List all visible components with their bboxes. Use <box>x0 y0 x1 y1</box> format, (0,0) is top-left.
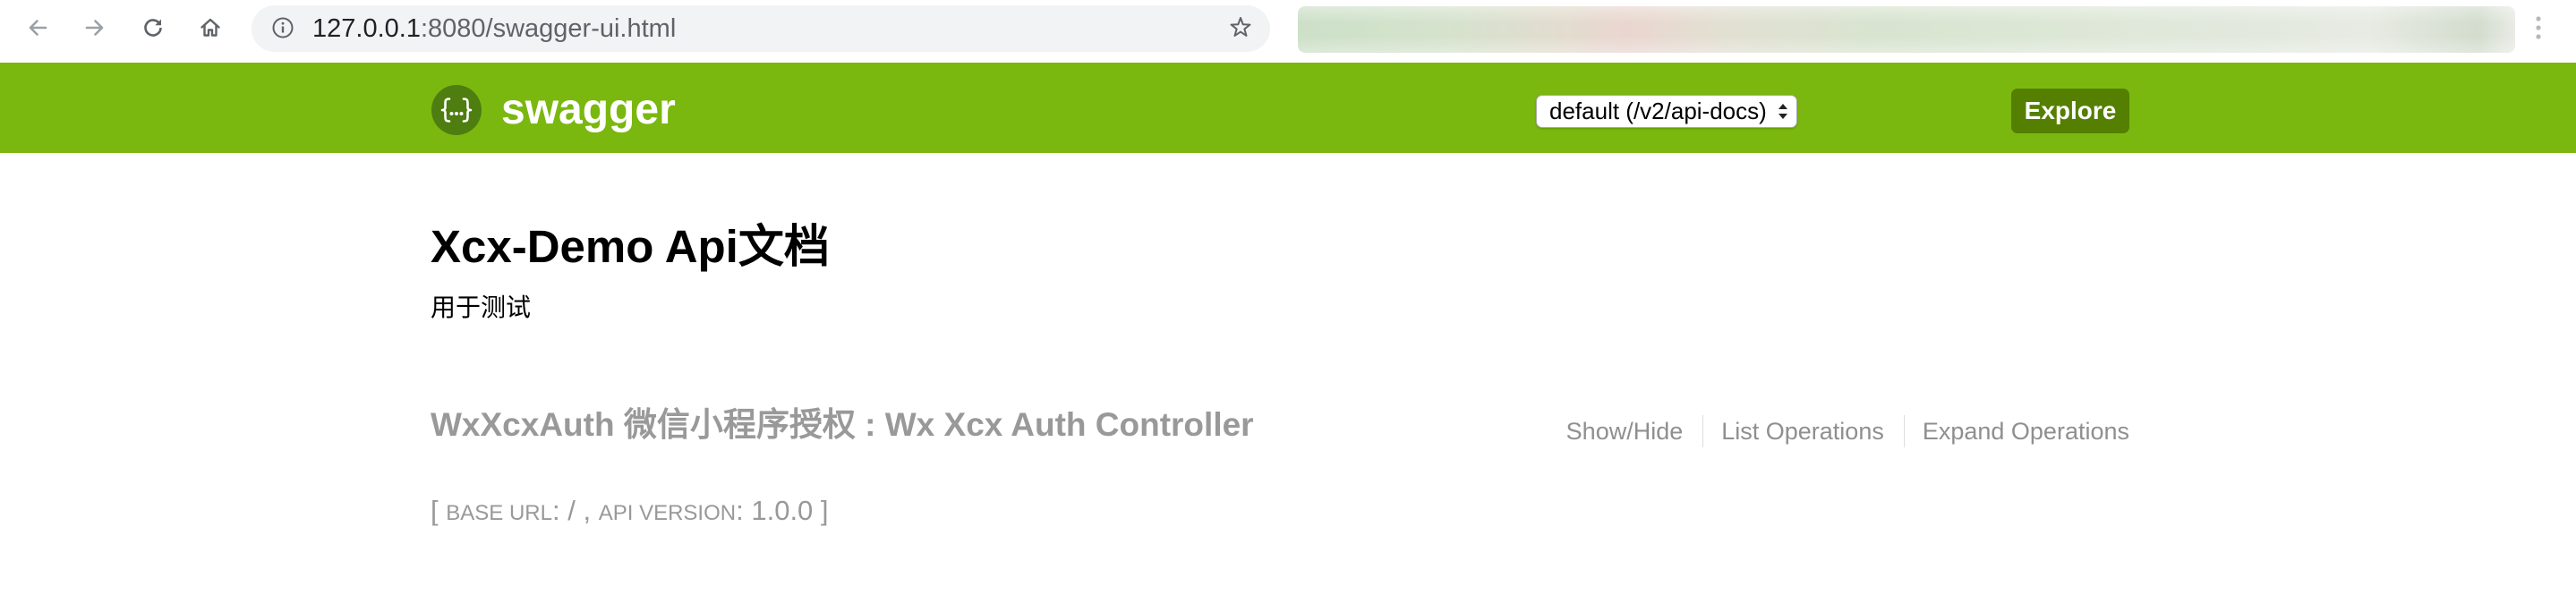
api-footer: [ BASE URL: / , API VERSION: 1.0.0 ] <box>431 493 829 531</box>
option-show-hide: Show/Hide <box>1548 415 1704 447</box>
show-hide-link[interactable]: Show/Hide <box>1566 418 1684 445</box>
arrow-right-icon <box>85 20 104 36</box>
footer-open-bracket: [ <box>431 495 439 526</box>
base-url-label: BASE URL <box>446 501 552 525</box>
logo-text: swagger <box>501 86 676 133</box>
address-bar[interactable]: 127.0.0.1:8080/swagger-ui.html <box>252 5 1270 52</box>
api-description: 用于测试 <box>431 293 532 321</box>
list-operations-link[interactable]: List Operations <box>1721 418 1884 445</box>
swagger-header: swagger default (/v2/api-docs) Explore <box>0 63 2576 153</box>
reload-button[interactable] <box>139 13 167 42</box>
swagger-logo-icon <box>431 85 482 135</box>
option-expand-operations: Expand Operations <box>1905 415 2129 447</box>
resource-name-link[interactable]: WxXcxAuth 微信小程序授权 <box>431 406 856 443</box>
home-icon <box>200 18 220 37</box>
footer-close-bracket: ] <box>820 495 829 526</box>
base-url-colon: : <box>551 495 560 526</box>
resource-separator: : <box>865 406 876 443</box>
url-path: :8080/swagger-ui.html <box>420 14 677 43</box>
arrow-left-icon <box>29 20 47 36</box>
blurred-toolbar-area <box>1298 6 2515 53</box>
url-text[interactable]: 127.0.0.1:8080/swagger-ui.html <box>312 5 676 52</box>
api-version-colon: : <box>736 495 744 526</box>
more-vert-icon[interactable] <box>2528 12 2549 44</box>
star-icon[interactable] <box>1228 15 1253 40</box>
browser-toolbar: 127.0.0.1:8080/swagger-ui.html <box>0 0 2576 63</box>
resource-heading: WxXcxAuth 微信小程序授权 : Wx Xcx Auth Controll… <box>431 404 1254 446</box>
back-button[interactable] <box>23 13 52 42</box>
forward-button[interactable] <box>81 13 109 42</box>
home-button[interactable] <box>196 13 225 42</box>
updown-arrows-icon <box>1778 104 1787 119</box>
info-icon[interactable] <box>271 16 294 39</box>
footer-comma: , <box>583 495 592 526</box>
resource-summary: Wx Xcx Auth Controller <box>884 406 1254 443</box>
reload-icon <box>144 19 162 37</box>
resource-options: Show/Hide List Operations Expand Operati… <box>1548 415 2129 447</box>
api-select-value: default (/v2/api-docs) <box>1549 98 1767 124</box>
explore-button[interactable]: Explore <box>2011 89 2129 133</box>
url-host: 127.0.0.1 <box>312 14 421 43</box>
api-definition-select[interactable]: default (/v2/api-docs) <box>1536 95 1797 128</box>
api-version-label: API VERSION <box>598 501 737 525</box>
option-list-operations: List Operations <box>1703 415 1905 447</box>
swagger-logo-link[interactable]: swagger <box>431 84 676 136</box>
base-url-value: / <box>567 495 576 526</box>
api-title: Xcx-Demo Api文档 <box>431 221 830 272</box>
expand-operations-link[interactable]: Expand Operations <box>1923 418 2129 445</box>
api-version-value: 1.0.0 <box>751 495 814 526</box>
